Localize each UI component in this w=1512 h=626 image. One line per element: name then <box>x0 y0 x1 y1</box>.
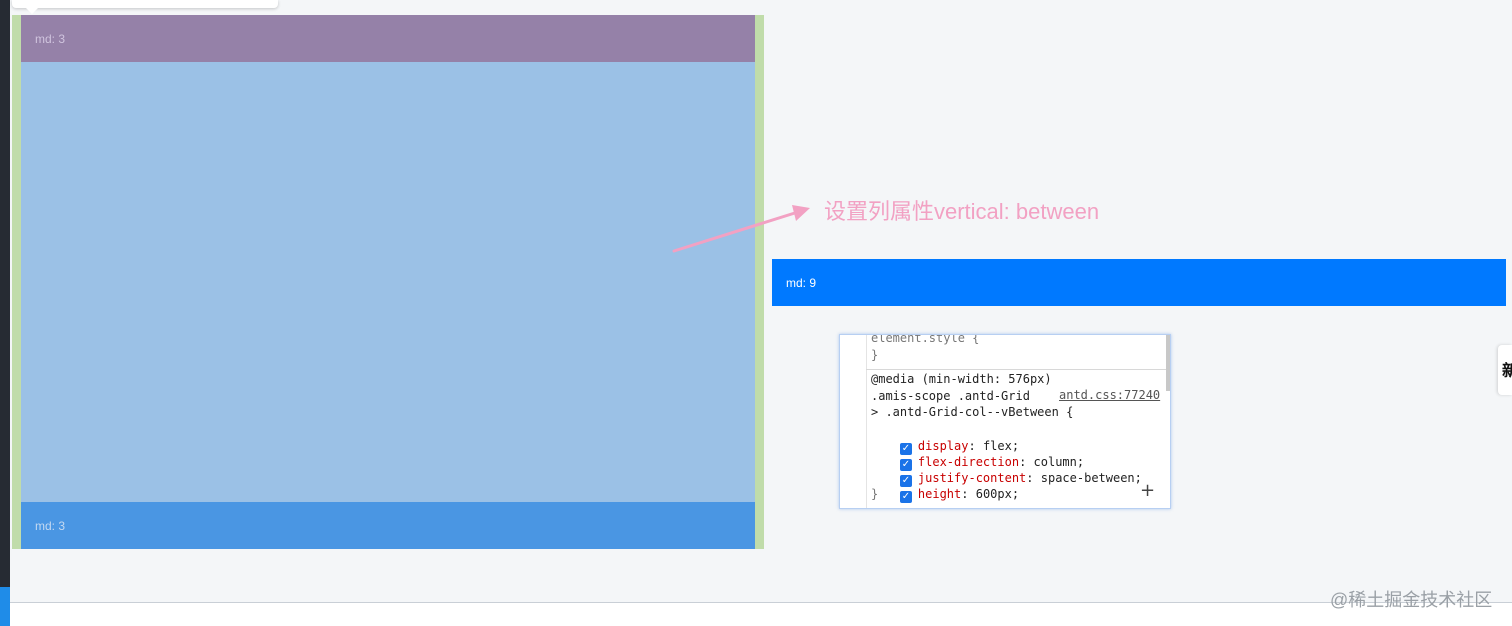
grid-row-bottom: md: 3 <box>21 502 755 549</box>
left-dark-strip <box>0 0 10 626</box>
grid-row-top: md: 3 <box>21 15 755 62</box>
selector-line-2[interactable]: > .antd-Grid-col--vBetween { <box>871 404 1073 420</box>
property-name: height <box>917 487 962 501</box>
selector-line-1[interactable]: .amis-scope .antd-Grid <box>871 388 1030 404</box>
add-property-icon[interactable]: + <box>1140 480 1155 501</box>
annotation-text: 设置列属性vertical: between <box>824 199 1100 224</box>
devtools-styles-panel[interactable]: element.style { } @media (min-width: 576… <box>839 334 1171 509</box>
property-value[interactable]: space-between; <box>1034 471 1142 485</box>
source-link[interactable]: antd.css:77240 <box>1059 388 1160 402</box>
annotation-arrow-icon <box>672 205 810 253</box>
grid-column-left: md: 3 md: 3 <box>12 15 764 549</box>
edge-side-tab[interactable]: 新 <box>1498 345 1512 395</box>
watermark-text: @稀土掘金技术社区 <box>1330 590 1493 610</box>
row-top-label: md: 3 <box>35 32 66 46</box>
devtools-scrollbar[interactable] <box>1166 335 1170 391</box>
left-strip-accent <box>0 587 10 626</box>
row-right-label: md: 9 <box>786 276 817 290</box>
rule-close-brace: } <box>871 487 879 501</box>
tooltip-stub <box>12 0 278 8</box>
element-style-close: } <box>871 348 879 362</box>
checkbox-checked-icon[interactable]: ✓ <box>899 491 912 503</box>
grid-column-inner: md: 3 md: 3 <box>21 15 755 549</box>
row-bottom-label: md: 3 <box>35 519 66 533</box>
media-query: @media (min-width: 576px) <box>871 372 1052 386</box>
property-value[interactable]: 600px; <box>969 487 1019 501</box>
bottom-bar <box>10 603 1512 626</box>
declaration-height[interactable]: ✓ height: 600px; <box>871 470 1019 508</box>
tooltip-arrow <box>26 8 38 14</box>
rule-separator <box>866 369 1166 370</box>
grid-column-right: md: 9 <box>772 259 1506 306</box>
element-style-rule[interactable]: element.style { <box>871 335 979 346</box>
devtools-gutter <box>840 335 867 508</box>
edge-tab-label: 新 <box>1502 363 1512 380</box>
